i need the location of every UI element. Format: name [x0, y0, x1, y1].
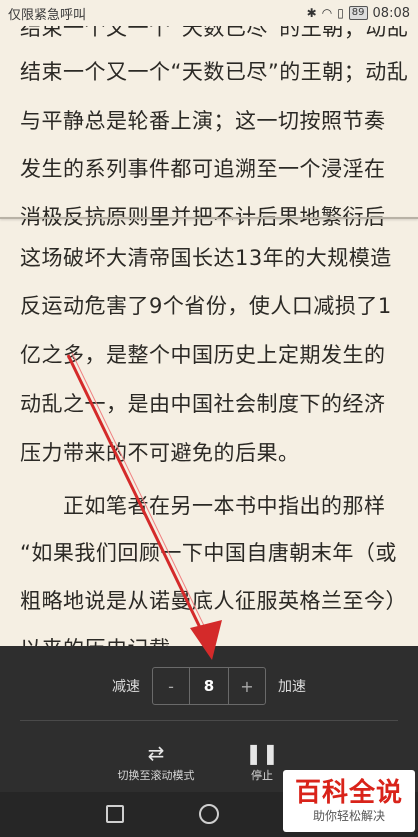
text-line: 以来的历史记载，……: [20, 633, 235, 646]
switch-scroll-mode-button[interactable]: ⇄ 切换至滚动模式: [96, 742, 216, 783]
recent-apps-icon[interactable]: [106, 805, 124, 823]
home-icon[interactable]: [199, 804, 219, 824]
increase-speed-label[interactable]: 加速: [278, 676, 306, 696]
text-line: 亿之多，是整个中国历史上定期发生的: [20, 343, 386, 367]
text-line: 反运动危害了9个省份，使人口减损了1: [20, 294, 392, 318]
panel-divider: [20, 720, 398, 721]
text-line: 结束一个又一个“天数已尽”的王朝；动乱: [20, 60, 409, 84]
swap-icon: ⇄: [147, 741, 165, 765]
vibrate-icon: ▯: [337, 6, 344, 20]
clock: 08:08: [372, 5, 410, 21]
watermark-subtitle: 助你轻松解决: [312, 809, 385, 823]
watermark-title: 百科全说: [294, 778, 403, 808]
speed-minus-button[interactable]: -: [153, 668, 189, 704]
text-line: 与平静总是轮番上演；这一切按照节奏: [20, 109, 386, 133]
speed-stepper: - 8 +: [152, 667, 266, 705]
switch-mode-label: 切换至滚动模式: [117, 769, 195, 782]
wifi-icon: ◠: [321, 6, 333, 20]
text-line: 结束一个又一个“天数已尽”的王朝；动乱: [20, 26, 409, 40]
text-line: 正如笔者在另一本书中指出的那样: [20, 494, 386, 518]
reading-page[interactable]: 结束一个又一个“天数已尽”的王朝；动乱 结束一个又一个“天数已尽”的王朝；动乱 …: [0, 26, 418, 646]
battery-icon: 89: [348, 6, 368, 20]
carrier-text: 仅限紧急呼叫: [8, 7, 87, 23]
pause-icon: ❚❚: [245, 741, 279, 765]
decrease-speed-label[interactable]: 减速: [112, 676, 140, 696]
text-line: “如果我们回顾一下中国自唐朝末年（或: [20, 541, 397, 565]
watermark-logo: 百科全说 助你轻松解决: [283, 770, 415, 832]
text-line: 压力带来的不可避免的后果。: [20, 441, 300, 465]
status-bar: 仅限紧急呼叫 ✱ ◠ ▯ 89 08:08: [0, 0, 418, 26]
scroll-position-line: [0, 217, 418, 219]
stop-label: 停止: [251, 769, 273, 782]
status-icons: ✱ ◠ ▯ 89 08:08: [307, 6, 410, 21]
text-line: 这场破坏大清帝国长达13年的大规模造: [20, 246, 392, 270]
bluetooth-icon: ✱: [306, 6, 317, 20]
text-line: 粗略地说是从诺曼底人征服英格兰至今）: [20, 589, 407, 613]
speed-row: 减速 - 8 + 加速: [0, 666, 418, 706]
speed-plus-button[interactable]: +: [229, 668, 265, 704]
text-line: 发生的系列事件都可追溯至一个浸淫在: [20, 157, 386, 181]
speed-value: 8: [189, 668, 229, 704]
text-line: 动乱之一，是由中国社会制度下的经济: [20, 392, 386, 416]
